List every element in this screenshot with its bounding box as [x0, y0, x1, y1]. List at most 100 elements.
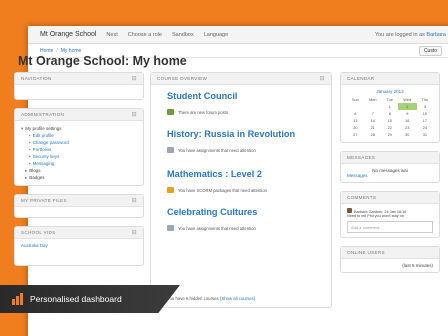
- calendar-day[interactable]: 9: [398, 110, 417, 117]
- private-files-block: MY PRIVATE FILES ⊟: [14, 194, 144, 218]
- calendar-day-header: Wed: [403, 97, 412, 102]
- calendar-day[interactable]: 31: [417, 131, 433, 138]
- show-all-courses-link[interactable]: (Show all courses): [220, 296, 255, 301]
- administration-title: ADMINISTRATION: [21, 112, 65, 117]
- course-title-link[interactable]: Student Council: [167, 91, 331, 101]
- login-user-link[interactable]: Barbara: [426, 32, 446, 38]
- course-note: You have assignments that need attention: [167, 147, 331, 153]
- navigation-block: NAVIGATION ⊟: [14, 72, 144, 100]
- site-name[interactable]: Mt Orange School: [40, 31, 96, 38]
- menu-choose-role[interactable]: Choose a role: [128, 32, 162, 38]
- hidden-courses-note: You have 6 hidden courses (Show all cour…: [167, 296, 255, 301]
- admin-item-badges[interactable]: ▸ Badges: [21, 174, 137, 181]
- calendar-header: CALENDAR: [341, 73, 439, 85]
- menu-next[interactable]: Next: [106, 32, 117, 38]
- school-vids-title: SCHOOL VIDS: [21, 230, 56, 235]
- calendar-day[interactable]: 17: [417, 117, 433, 124]
- calendar-block: CALENDAR January 2013 Sun Mon Tue Wed Th…: [340, 72, 440, 143]
- calendar-day-header: Tue: [386, 97, 393, 102]
- school-vids-header[interactable]: SCHOOL VIDS ⊟: [15, 227, 143, 239]
- course-note-text[interactable]: You have assignments that need attention: [178, 148, 256, 153]
- menu-sandbox[interactable]: Sandbox: [172, 32, 194, 38]
- school-vids-body: Australia Day: [15, 239, 143, 265]
- navigation-block-header[interactable]: NAVIGATION ⊟: [15, 73, 143, 85]
- calendar-day[interactable]: 3: [417, 103, 433, 110]
- course-note: There are new forum posts: [167, 109, 331, 115]
- admin-item-label: Messaging: [32, 161, 55, 166]
- calendar-day[interactable]: 28: [364, 131, 382, 138]
- admin-tree: ▾ My profile settings • Edit profile • Chan…: [21, 125, 137, 181]
- right-column: CALENDAR January 2013 Sun Mon Tue Wed Th…: [340, 72, 440, 281]
- calendar-day[interactable]: 16: [398, 117, 417, 124]
- calendar-day[interactable]: 29: [382, 131, 398, 138]
- admin-item-label: Blogs: [29, 168, 41, 173]
- calendar-day-today[interactable]: 2: [397, 103, 417, 110]
- calendar-day[interactable]: 8: [382, 110, 398, 117]
- calendar-day[interactable]: 24: [417, 124, 433, 131]
- breadcrumb-my-home[interactable]: My home: [61, 48, 82, 54]
- breadcrumb-home[interactable]: Home: [40, 48, 53, 54]
- calendar-day[interactable]: [364, 103, 382, 110]
- collapse-icon[interactable]: ⊟: [132, 229, 137, 236]
- calendar-day[interactable]: 22: [382, 124, 398, 131]
- course-note-text[interactable]: There are new forum posts: [178, 110, 228, 115]
- login-info: You are logged in as Barbara: [375, 32, 446, 38]
- collapse-icon[interactable]: ⊟: [132, 111, 137, 118]
- online-users-body: (last 5 minutes): [341, 259, 439, 272]
- customise-page-button[interactable]: Custo: [418, 45, 442, 56]
- course-note-text[interactable]: You have assignments that need attention: [178, 226, 256, 231]
- course-title-link[interactable]: Celebrating Cultures: [167, 207, 331, 217]
- calendar-month[interactable]: January 2013: [347, 89, 433, 94]
- calendar-day[interactable]: 27: [347, 131, 364, 138]
- calendar-day[interactable]: 20: [347, 124, 364, 131]
- administration-block-header[interactable]: ADMINISTRATION ⊟: [15, 109, 143, 121]
- calendar-day[interactable]: 1: [382, 103, 398, 110]
- admin-item-messaging[interactable]: • Messaging: [29, 160, 137, 167]
- banner-text: Personalised dashboard: [30, 294, 122, 304]
- admin-item-security-keys[interactable]: • Security keys: [29, 153, 137, 160]
- collapse-icon[interactable]: ⊟: [132, 197, 137, 204]
- online-users-text: (last 5 minutes): [402, 263, 433, 268]
- calendar-day[interactable]: 21: [364, 124, 382, 131]
- add-comment-input[interactable]: Add a comment...: [347, 221, 433, 233]
- admin-item-label: Badges: [29, 175, 45, 180]
- calendar-day[interactable]: 23: [398, 124, 417, 131]
- calendar-day[interactable]: [347, 103, 364, 110]
- calendar-title: CALENDAR: [347, 76, 375, 81]
- bullet-icon: •: [29, 147, 31, 152]
- private-files-header[interactable]: MY PRIVATE FILES ⊟: [15, 195, 143, 207]
- admin-item-edit-profile[interactable]: • Edit profile: [29, 132, 137, 139]
- calendar-day[interactable]: 15: [382, 117, 398, 124]
- messages-block: MESSAGES No messages wai Messages: [340, 151, 440, 183]
- course-note-text[interactable]: You have SCORM packages that need attent…: [178, 188, 267, 193]
- administration-block: ADMINISTRATION ⊟ ▾ My profile settings • E…: [14, 108, 144, 186]
- calendar-day[interactable]: 7: [364, 110, 382, 117]
- menu-language[interactable]: Language: [204, 32, 228, 38]
- moodle-logo-icon: [12, 293, 24, 305]
- messages-link[interactable]: Messages: [347, 173, 433, 178]
- collapse-icon[interactable]: ⊟: [320, 75, 325, 82]
- calendar-day-header: Thu: [421, 97, 429, 102]
- calendar-day[interactable]: 10: [417, 110, 433, 117]
- school-vid-link[interactable]: Australia Day: [21, 243, 48, 248]
- course-title-link[interactable]: Mathematics : Level 2: [167, 169, 331, 179]
- course-overview-column: COURSE OVERVIEW ⊟ Student Council There …: [150, 72, 332, 316]
- calendar-day-header: Sun: [351, 97, 359, 102]
- admin-item-change-password[interactable]: • Change password: [29, 139, 137, 146]
- calendar-day[interactable]: 13: [347, 117, 364, 124]
- tree-root[interactable]: ▾ My profile settings: [21, 125, 137, 132]
- bullet-icon: •: [29, 154, 31, 159]
- calendar-day[interactable]: 30: [398, 131, 417, 138]
- collapse-icon[interactable]: ⊟: [132, 75, 137, 82]
- course-list: Student Council There are new forum post…: [151, 91, 331, 307]
- admin-item-portfolios[interactable]: • Portfolios: [29, 146, 137, 153]
- breadcrumb-separator: /: [56, 47, 58, 54]
- course-title-link[interactable]: History: Russia in Revolution: [167, 129, 331, 139]
- calendar-day[interactable]: 14: [364, 117, 382, 124]
- course-overview-block: COURSE OVERVIEW ⊟ Student Council There …: [150, 72, 332, 308]
- assignment-icon: [167, 147, 174, 153]
- calendar-day[interactable]: 6: [347, 110, 364, 117]
- course-note: You have assignments that need attention: [167, 225, 331, 231]
- course-item: Celebrating Cultures You have assignment…: [151, 207, 331, 231]
- admin-item-blogs[interactable]: ▸ Blogs: [21, 167, 137, 174]
